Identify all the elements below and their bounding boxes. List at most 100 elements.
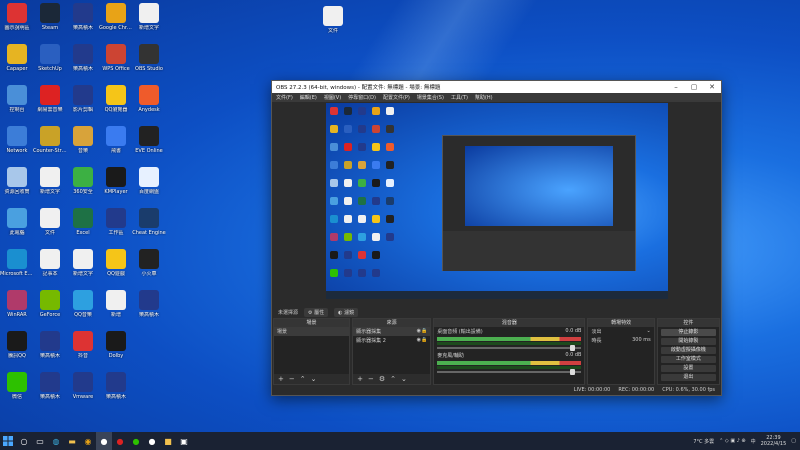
desktop-file-icon[interactable]: 文件 xyxy=(316,6,350,34)
close-button[interactable]: ✕ xyxy=(703,83,721,91)
source-settings-button[interactable]: ⚙ xyxy=(379,375,385,383)
obs-preview[interactable] xyxy=(326,103,668,299)
menu-file[interactable]: 文件(F) xyxy=(276,94,293,101)
source-item[interactable]: 顯示器採集 ◉🔒 xyxy=(353,327,431,336)
add-scene-button[interactable]: + xyxy=(278,375,284,383)
desktop-icon[interactable]: 騰訊QQ xyxy=(0,331,34,359)
desktop-icon[interactable]: 控制台 xyxy=(0,85,34,113)
maximize-button[interactable]: ▢ xyxy=(685,83,703,91)
desktop-icon[interactable]: 影片剪輯 xyxy=(66,85,100,113)
weather-widget[interactable]: 7°C 多雲 xyxy=(693,438,714,445)
menu-profile[interactable]: 配置文件(P) xyxy=(383,94,410,101)
scene-item[interactable]: 場景 xyxy=(274,327,350,336)
move-up-button[interactable]: ⌃ xyxy=(300,375,306,383)
clock[interactable]: 22:39 2022/4/15 xyxy=(761,435,787,447)
desktop-icon[interactable]: 記事本 xyxy=(33,249,67,277)
desktop-icon[interactable]: 音樂 xyxy=(66,126,100,154)
chrome-icon[interactable]: ◉ xyxy=(80,432,96,450)
desktop-icon[interactable]: 微信 xyxy=(0,372,34,400)
desktop-icon[interactable]: 新增文字 xyxy=(66,249,100,277)
remove-scene-button[interactable]: − xyxy=(289,375,295,383)
wechat-icon[interactable]: ● xyxy=(128,432,144,450)
desktop-icon[interactable]: 網易雲音樂 xyxy=(33,85,67,113)
start-button[interactable] xyxy=(0,432,16,450)
desktop-icon[interactable]: GeForce xyxy=(33,290,67,318)
explorer-icon[interactable]: ▬ xyxy=(64,432,80,450)
obs-taskbar-icon[interactable]: ● xyxy=(96,432,112,450)
netease-icon[interactable]: ● xyxy=(112,432,128,450)
settings-button[interactable]: 設置 xyxy=(660,365,716,372)
desktop-icon[interactable]: 樂高積木 xyxy=(132,290,166,318)
edge-icon[interactable]: ◍ xyxy=(48,432,64,450)
menu-scene-collection[interactable]: 場景集合(S) xyxy=(417,94,444,101)
desktop-icon[interactable]: KMPlayer xyxy=(99,167,133,195)
ime-indicator[interactable]: 中 xyxy=(751,438,756,445)
desktop-icon[interactable]: Vmware xyxy=(66,372,100,400)
source-item[interactable]: 顯示器採集 2 ◉🔒 xyxy=(353,336,430,345)
remove-source-button[interactable]: − xyxy=(368,375,374,383)
folder-icon[interactable]: ■ xyxy=(160,432,176,450)
menu-tools[interactable]: 工具(T) xyxy=(451,94,468,101)
desktop-icon[interactable]: Counter-Strike xyxy=(33,126,67,154)
desktop-icon[interactable]: WinRAR xyxy=(0,290,34,318)
duration-field[interactable]: 時長 300 ms xyxy=(588,336,653,345)
add-source-button[interactable]: + xyxy=(357,375,363,383)
desktop-icon[interactable]: QQ音樂 xyxy=(66,290,100,318)
desktop-icon[interactable]: 工作區 xyxy=(99,208,133,236)
start-recording-button[interactable]: 開始錄製 xyxy=(660,338,716,345)
task-view-icon[interactable]: ▭ xyxy=(32,432,48,450)
desktop-icon[interactable]: WPS Office xyxy=(99,44,133,72)
desktop-icon[interactable]: 樂高積木 xyxy=(66,44,100,72)
exit-button[interactable]: 退出 xyxy=(660,374,716,381)
filters-button[interactable]: ◐ 濾鏡 xyxy=(334,307,359,317)
move-up-button[interactable]: ⌃ xyxy=(390,375,396,383)
desktop-icon[interactable]: Cheat Engine xyxy=(132,208,166,236)
desktop-icon[interactable]: 百度網盤 xyxy=(132,167,166,195)
move-down-button[interactable]: ⌄ xyxy=(401,375,407,383)
desktop-icon[interactable]: Capaper xyxy=(0,44,34,72)
studio-mode-button[interactable]: 工作室模式 xyxy=(660,356,716,363)
virtual-camera-button[interactable]: 啟動虛擬攝像機 xyxy=(660,347,716,354)
volume-slider[interactable] xyxy=(437,369,582,375)
stop-recording-button[interactable]: 停止錄影 xyxy=(660,329,716,336)
desktop-icon[interactable]: 小火車 xyxy=(132,249,166,277)
minimize-button[interactable]: – xyxy=(667,83,685,91)
move-down-button[interactable]: ⌄ xyxy=(311,375,317,383)
volume-slider[interactable] xyxy=(437,345,582,351)
search-icon[interactable]: ○ xyxy=(16,432,32,450)
notification-icon[interactable]: ▢ xyxy=(791,438,796,444)
desktop-icon[interactable]: OBS Studio xyxy=(132,44,166,72)
desktop-icon[interactable]: Excel xyxy=(66,208,100,236)
desktop-icon[interactable]: 新增文字 xyxy=(132,3,166,31)
desktop-icon[interactable]: Network xyxy=(0,126,34,154)
menu-docks[interactable]: 停靠窗口(D) xyxy=(348,94,376,101)
menu-view[interactable]: 視圖(V) xyxy=(324,94,341,101)
desktop-icon[interactable]: 文件 xyxy=(33,208,67,236)
desktop-icon[interactable]: Google Chrome xyxy=(99,3,133,31)
desktop-icon[interactable]: SketchUp xyxy=(33,44,67,72)
desktop-icon[interactable]: Anydesk xyxy=(132,85,166,113)
desktop-icon[interactable]: Dolby xyxy=(99,331,133,359)
desktop-icon[interactable]: 360安全 xyxy=(66,167,100,195)
obs-window[interactable]: OBS 27.2.3 (64-bit, windows) - 配置文件: 無標題… xyxy=(271,80,722,396)
terminal-icon[interactable]: ▣ xyxy=(176,432,192,450)
desktop-icon[interactable]: QQ遊戲 xyxy=(99,249,133,277)
qq-icon[interactable]: ● xyxy=(144,432,160,450)
menu-edit[interactable]: 編輯(E) xyxy=(300,94,317,101)
desktop-icon[interactable]: 新增 xyxy=(99,290,133,318)
menu-help[interactable]: 幫助(H) xyxy=(475,94,493,101)
properties-button[interactable]: ⚙ 屬性 xyxy=(304,307,329,317)
tray-icons[interactable]: ⌃ ◇ ▣ ♪ ⊕ xyxy=(719,438,746,444)
desktop-icon[interactable]: 圖示說明區 xyxy=(0,3,34,31)
desktop-icon[interactable]: Steam xyxy=(33,3,67,31)
desktop-icon[interactable]: 樂高積木 xyxy=(33,372,67,400)
desktop-icon[interactable]: 樂高積木 xyxy=(33,331,67,359)
desktop-icon[interactable]: 此電腦 xyxy=(0,208,34,236)
desktop-icon[interactable]: Microsoft Edge xyxy=(0,249,34,277)
desktop-icon[interactable]: 资源回收筒 xyxy=(0,167,34,195)
desktop-icon[interactable]: 樂高積木 xyxy=(99,372,133,400)
obs-titlebar[interactable]: OBS 27.2.3 (64-bit, windows) - 配置文件: 無標題… xyxy=(272,81,721,93)
desktop-icon[interactable]: 飛書 xyxy=(99,126,133,154)
desktop-icon[interactable]: 新增文字 xyxy=(33,167,67,195)
desktop-icon[interactable]: EVE Online xyxy=(132,126,166,154)
